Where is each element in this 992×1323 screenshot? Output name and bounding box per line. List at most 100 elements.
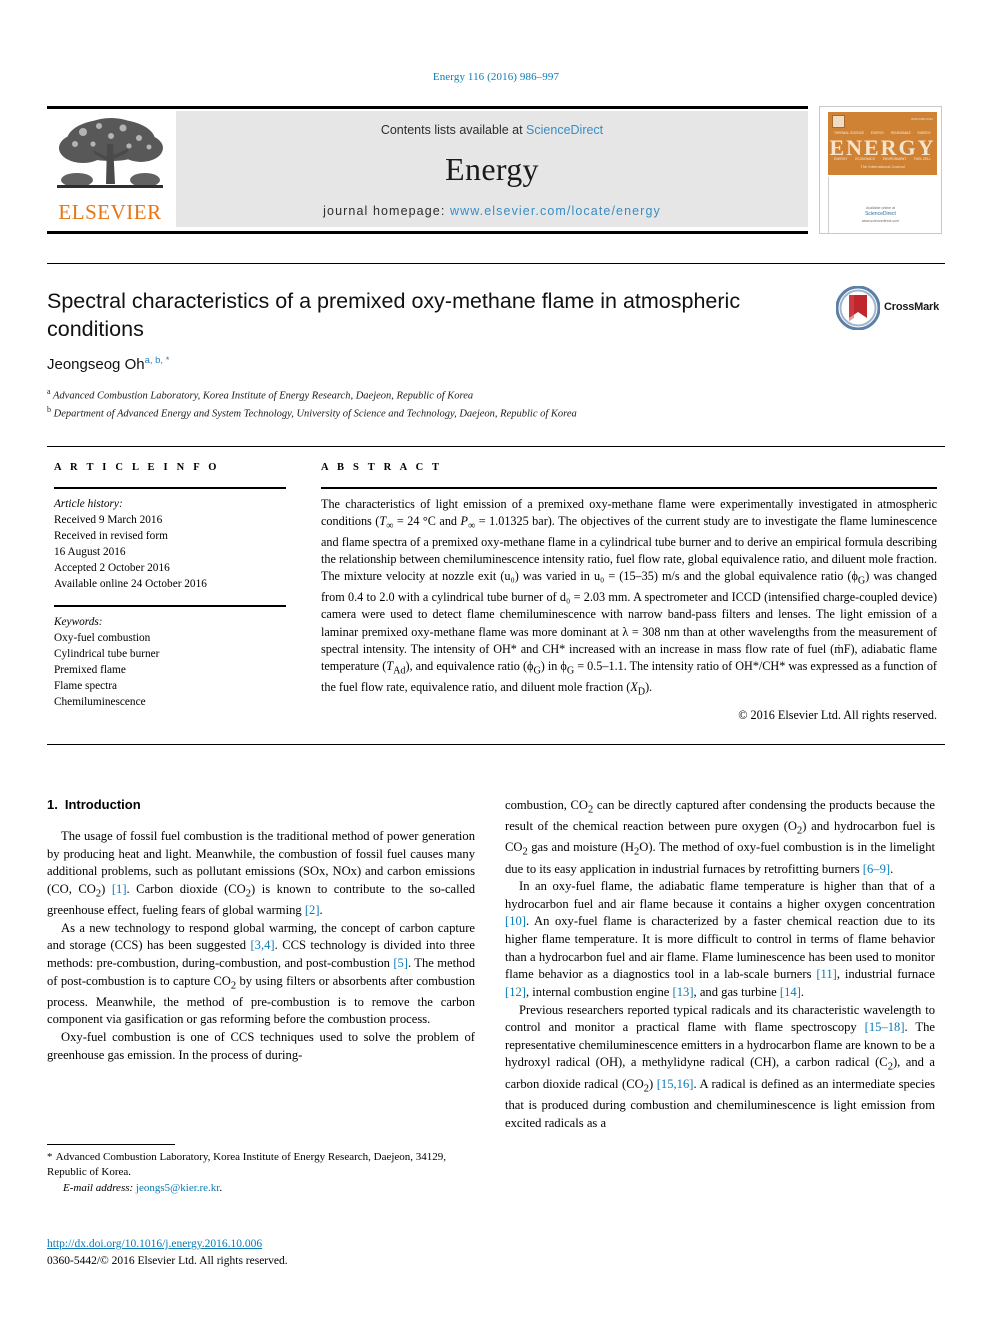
history-item-3: Accepted 2 October 2016: [54, 562, 170, 575]
author-affiliation-marks: a, b, *: [144, 355, 170, 366]
article-history-rule: [54, 487, 286, 489]
cover-label-5: ECONOMICS: [855, 157, 875, 161]
history-item-4: Available online 24 October 2016: [54, 578, 207, 591]
crossmark-badge[interactable]: CrossMark: [836, 286, 939, 336]
affiliation-a-text: Advanced Combustion Laboratory, Korea In…: [53, 390, 474, 402]
paragraph: In an oxy-fuel flame, the adiabatic flam…: [505, 879, 935, 999]
crossmark-label: CrossMark: [884, 301, 940, 313]
homepage-label: journal homepage:: [323, 204, 450, 218]
abstract-column: The characteristics of light emission of…: [321, 487, 937, 723]
paragraph: The usage of fossil fuel combustion is t…: [47, 829, 476, 918]
citation-link[interactable]: [11]: [816, 967, 837, 981]
affiliation-a-mark: a: [47, 387, 51, 396]
issn-copyright: 0360-5442/© 2016 Elsevier Ltd. All right…: [47, 1255, 288, 1268]
journal-cover-thumbnail: ISSN 0360-5442 THERMAL SCIENCE EXERGY RE…: [819, 106, 942, 234]
cover-bottom-labels: ENERGY ECONOMICS ENVIRONMENT FUEL CELL: [834, 157, 931, 161]
paragraph: combustion, CO2 can be directly captured…: [505, 798, 935, 876]
body-column-right: combustion, CO2 can be directly captured…: [505, 797, 935, 1132]
elsevier-tree-icon: [53, 114, 167, 200]
cover-orange-band: ISSN 0360-5442 THERMAL SCIENCE EXERGY RE…: [828, 112, 937, 175]
keyword-2: Premixed flame: [54, 664, 126, 677]
footnote-divider: [47, 1144, 175, 1145]
crossmark-badge-icon: [836, 286, 880, 330]
info-section-divider: [47, 446, 945, 447]
article-history-block: Article history: Received 9 March 2016 R…: [54, 496, 286, 592]
elsevier-logo: ELSEVIER: [49, 114, 171, 226]
citation-link[interactable]: [15–18]: [865, 1020, 905, 1034]
paragraph: Oxy-fuel combustion is one of CCS techni…: [47, 1030, 475, 1062]
affiliation-b-text: Department of Advanced Energy and System…: [53, 408, 577, 420]
history-item-1: Received in revised form: [54, 530, 168, 543]
history-item-2: 16 August 2016: [54, 546, 126, 559]
keyword-3: Flame spectra: [54, 680, 118, 693]
history-item-0: Received 9 March 2016: [54, 514, 163, 527]
citation-link[interactable]: [5]: [393, 956, 408, 970]
citation-link[interactable]: [13]: [673, 985, 694, 999]
author-list: Jeongseog Oha, b, *: [47, 355, 767, 373]
cover-label-6: ENVIRONMENT: [882, 157, 907, 161]
citation-link[interactable]: [12]: [505, 985, 526, 999]
keywords-block: Keywords: Oxy-fuel combustion Cylindrica…: [54, 614, 286, 710]
corresponding-author-footnote: * Advanced Combustion Laboratory, Korea …: [47, 1151, 447, 1194]
title-divider: [47, 263, 945, 264]
citation-link[interactable]: [3,4]: [250, 938, 274, 952]
homepage-url[interactable]: www.elsevier.com/locate/energy: [450, 204, 661, 218]
corresponding-address: Advanced Combustion Laboratory, Korea In…: [47, 1151, 447, 1179]
abstract-copyright: © 2016 Elsevier Ltd. All rights reserved…: [738, 708, 937, 723]
journal-homepage-line: journal homepage: www.elsevier.com/locat…: [176, 204, 808, 218]
masthead-rule-bottom: [47, 231, 808, 234]
contents-prefix: Contents lists available at: [380, 123, 527, 137]
citation-link[interactable]: [15,16]: [657, 1077, 694, 1091]
keyword-1: Cylindrical tube burner: [54, 648, 160, 661]
contents-line: Contents lists available at ScienceDirec…: [176, 123, 808, 137]
section-title: Introduction: [64, 797, 141, 812]
article-history-label: Article history:: [54, 498, 123, 510]
article-page: Energy 116 (2016) 986–997 ELSEVIER Conte…: [0, 0, 992, 1323]
cover-label-7: FUEL CELL: [914, 157, 931, 161]
paragraph: As a new technology to respond global wa…: [47, 920, 475, 1027]
sciencedirect-link[interactable]: ScienceDirect: [526, 123, 603, 137]
page-title: Spectral characteristics of a premixed o…: [47, 289, 741, 341]
email-link[interactable]: jeongs5@kier.re.kr: [136, 1182, 219, 1194]
citation-link[interactable]: [1]: [112, 882, 127, 896]
doi-link[interactable]: http://dx.doi.org/10.1016/j.energy.2016.…: [47, 1238, 262, 1250]
cover-label-4: ENERGY: [834, 157, 848, 161]
affiliations: a Advanced Combustion Laboratory, Korea …: [47, 386, 827, 421]
journal-title: Energy: [445, 151, 539, 187]
abstract-header: A B S T R A C T: [321, 462, 443, 473]
cover-footer-line2: www.sciencedirect.com: [861, 218, 900, 223]
body-column-left: 1. Introduction The usage of fossil fuel …: [47, 797, 475, 1064]
author-name[interactable]: Jeongseog Oh: [47, 356, 145, 373]
abstract-text: The characteristics of light emission of…: [321, 497, 937, 698]
keyword-0: Oxy-fuel combustion: [54, 632, 151, 645]
cover-volume-label: ISSN 0360-5442: [910, 117, 933, 121]
citation-link[interactable]: [2]: [305, 903, 320, 917]
journal-masthead: ELSEVIER Contents lists available at Sci…: [47, 106, 945, 234]
doi-block: http://dx.doi.org/10.1016/j.energy.2016.…: [47, 1236, 475, 1271]
section-number: 1.: [47, 797, 58, 812]
abstract-rule: [321, 487, 937, 489]
article-info-column: Article history: Received 9 March 2016 R…: [54, 487, 286, 710]
cover-subtitle: The International Journal: [860, 164, 905, 169]
keywords-rule: [54, 605, 286, 608]
cover-sciencedirect-label: ScienceDirect: [865, 211, 896, 218]
cover-elsevier-icon: [832, 115, 845, 128]
affiliation-b: b Department of Advanced Energy and Syst…: [47, 404, 827, 422]
citation-link[interactable]: [6–9]: [863, 862, 890, 876]
email-label: E-mail address:: [63, 1181, 134, 1194]
citation-link[interactable]: [14]: [780, 985, 801, 999]
citation-link[interactable]: [10]: [505, 914, 526, 928]
section-heading-introduction: 1. Introduction: [47, 797, 475, 812]
keyword-4: Chemiluminescence: [54, 696, 146, 709]
elsevier-wordmark: ELSEVIER: [58, 200, 162, 224]
masthead-rule-top: [47, 106, 808, 109]
abstract-section-divider: [47, 744, 945, 745]
affiliation-b-mark: b: [47, 404, 51, 414]
masthead-banner: Contents lists available at ScienceDirec…: [176, 111, 808, 227]
cover-footer-line1: Available online at: [865, 205, 896, 210]
paragraph: Previous researchers reported typical ra…: [505, 1002, 935, 1130]
keywords-label: Keywords:: [54, 616, 103, 629]
affiliation-a: a Advanced Combustion Laboratory, Korea …: [47, 386, 827, 404]
running-head: Energy 116 (2016) 986–997: [432, 71, 560, 83]
cover-footer: Available online at ScienceDirect www.sc…: [820, 206, 941, 224]
